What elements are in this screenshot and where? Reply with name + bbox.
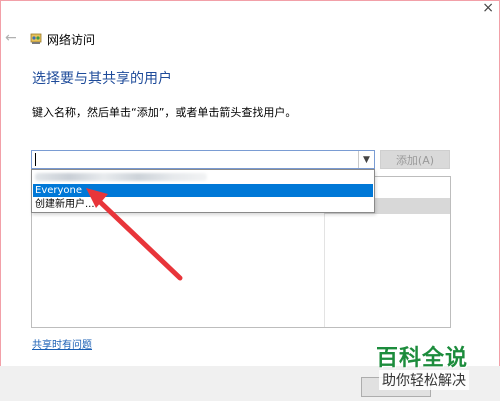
- page-heading: 选择要与其共享的用户: [32, 71, 172, 87]
- chevron-down-icon[interactable]: ▼: [358, 151, 374, 168]
- blurred-entry: [35, 173, 207, 181]
- dropdown-option-create-user[interactable]: 创建新用户...: [33, 198, 373, 211]
- watermark-subtitle: 助你轻松解决: [379, 370, 469, 390]
- add-button[interactable]: 添加(A): [380, 150, 450, 169]
- dropdown-option-everyone[interactable]: Everyone: [33, 184, 373, 197]
- user-name-combobox[interactable]: ▼: [31, 150, 375, 169]
- text-caret: [35, 153, 36, 166]
- back-arrow-icon[interactable]: ←: [5, 30, 17, 46]
- close-icon[interactable]: ×: [482, 0, 494, 16]
- window-title: 网络访问: [47, 33, 96, 47]
- instruction-text: 键入名称，然后单击“添加”，或者单击箭头查找用户。: [32, 106, 297, 119]
- network-share-icon: [30, 33, 42, 44]
- sharing-help-link[interactable]: 共享时有问题: [32, 336, 92, 351]
- watermark-title: 百科全说: [376, 346, 469, 371]
- user-dropdown-list: Everyone 创建新用户...: [31, 169, 375, 213]
